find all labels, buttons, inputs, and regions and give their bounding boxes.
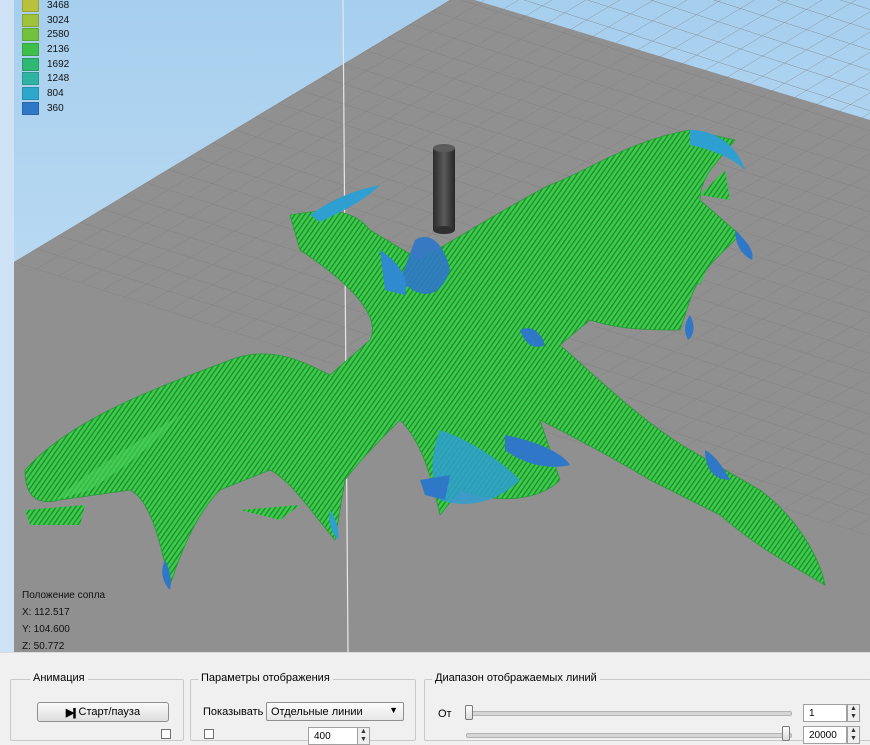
legend-swatch <box>22 0 39 12</box>
show-label: Показывать <box>203 706 264 718</box>
legend-label: 804 <box>47 87 64 99</box>
to-spin-arrows[interactable]: ▲ ▼ <box>847 726 860 744</box>
from-slider-handle[interactable] <box>465 705 473 720</box>
to-slider-handle[interactable] <box>782 726 790 741</box>
animation-checkbox[interactable] <box>161 729 171 739</box>
display-spin-arrows[interactable]: ▲ ▼ <box>357 727 370 745</box>
show-mode-value: Отдельные линии <box>271 705 363 718</box>
nozzle-position-title: Положение сопла <box>22 590 106 601</box>
show-mode-select[interactable]: Отдельные линии ▼ <box>266 702 404 721</box>
nozzle-y: Y: 104.600 <box>22 624 70 635</box>
legend-swatch <box>22 28 39 42</box>
legend-row: 1248 <box>22 71 69 86</box>
display-spinbox[interactable]: 400 <box>308 727 360 745</box>
color-legend: 3468 3024 2580 2136 1692 1248 804 360 <box>22 0 69 116</box>
from-spinbox[interactable]: 1 <box>803 704 847 722</box>
legend-row: 804 <box>22 86 69 101</box>
play-pause-icon: ▶|| <box>65 706 77 719</box>
legend-label: 2136 <box>47 43 70 55</box>
legend-label: 360 <box>47 102 64 114</box>
legend-label: 3468 <box>47 0 70 11</box>
animation-group-title: Анимация <box>30 672 88 684</box>
legend-row: 1692 <box>22 57 69 72</box>
nozzle-icon <box>433 144 455 234</box>
legend-row: 2136 <box>22 42 69 57</box>
display-params-group-title: Параметры отображения <box>198 672 333 684</box>
legend-label: 2580 <box>47 29 70 41</box>
legend-swatch <box>22 72 39 86</box>
legend-row: 2580 <box>22 27 69 42</box>
start-pause-button[interactable]: ▶|| Старт/пауза <box>37 702 169 722</box>
to-spinbox[interactable]: 20000 <box>803 726 847 744</box>
to-slider-track[interactable] <box>466 733 792 738</box>
display-checkbox[interactable] <box>204 729 214 739</box>
scene-svg[interactable] <box>0 0 870 652</box>
legend-label: 1692 <box>47 58 70 70</box>
legend-swatch <box>22 42 39 56</box>
legend-label: 3024 <box>47 14 70 26</box>
from-spin-arrows[interactable]: ▲ ▼ <box>847 704 860 722</box>
from-label: От <box>438 708 452 720</box>
display-spin-value: 400 <box>314 730 331 742</box>
legend-label: 1248 <box>47 73 70 85</box>
nozzle-position-info: Положение сопла X: 112.517 Y: 104.600 Z:… <box>22 587 105 652</box>
nozzle-x: X: 112.517 <box>22 607 70 618</box>
legend-row: 3024 <box>22 13 69 28</box>
nozzle-z: Z: 50.772 <box>22 641 65 652</box>
from-spin-value: 1 <box>809 707 815 719</box>
legend-swatch <box>22 13 39 27</box>
line-range-group-title: Диапазон отображаемых линий <box>432 672 600 684</box>
to-spin-value: 20000 <box>809 729 837 741</box>
legend-row: 3468 <box>22 0 69 13</box>
from-slider-track[interactable] <box>466 711 792 716</box>
legend-swatch <box>22 86 39 100</box>
legend-row: 360 <box>22 101 69 116</box>
3d-viewport[interactable]: 3468 3024 2580 2136 1692 1248 804 360 Положение… <box>0 0 870 652</box>
legend-swatch <box>22 57 39 71</box>
legend-swatch <box>22 101 39 115</box>
control-panel: Анимация ▶|| Старт/пауза Параметры отобр… <box>0 652 870 745</box>
dropdown-arrow-icon: ▼ <box>389 705 398 715</box>
start-pause-label: Старт/пауза <box>78 706 141 718</box>
